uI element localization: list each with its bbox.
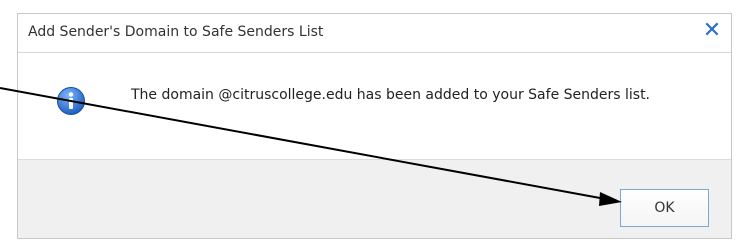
dialog-message: The domain @citruscollege.edu has been a…: [131, 87, 651, 103]
dialog-content: The domain @citruscollege.edu has been a…: [18, 53, 731, 161]
ok-button[interactable]: OK: [620, 189, 709, 227]
close-icon[interactable]: ✕: [699, 18, 725, 44]
dialog-footer: OK: [18, 159, 731, 238]
safe-senders-dialog: Add Sender's Domain to Safe Senders List…: [17, 13, 732, 239]
ok-button-label: OK: [654, 200, 675, 216]
dialog-titlebar: Add Sender's Domain to Safe Senders List…: [18, 14, 731, 53]
info-icon: [57, 87, 85, 115]
dialog-title: Add Sender's Domain to Safe Senders List: [28, 24, 324, 40]
